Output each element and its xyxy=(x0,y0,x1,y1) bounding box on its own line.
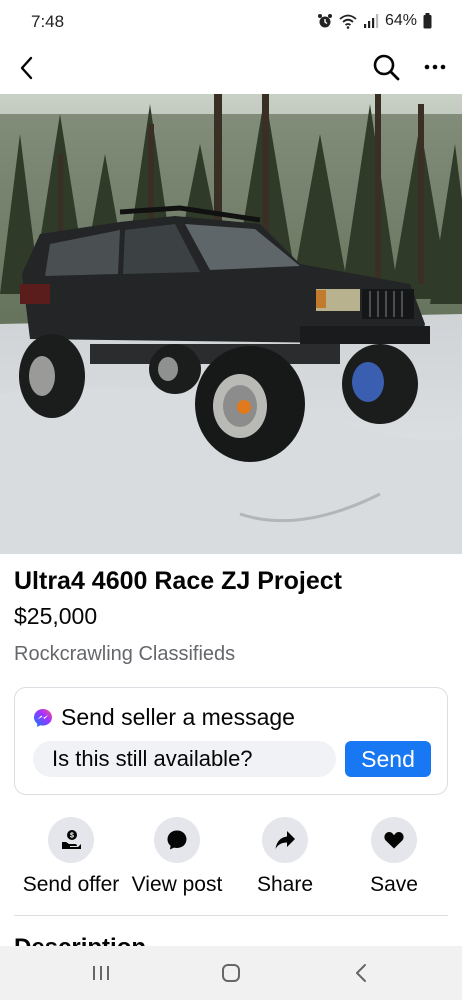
message-input[interactable]: Is this still available? xyxy=(33,741,336,777)
battery-percent: 64% xyxy=(384,12,417,29)
listing-price: $25,000 xyxy=(14,603,98,629)
save-label: Save xyxy=(370,873,418,896)
view-post-circle xyxy=(154,817,200,863)
wifi-icon xyxy=(339,14,357,29)
home-button[interactable] xyxy=(211,958,251,988)
share-circle xyxy=(262,817,308,863)
heart-icon xyxy=(384,832,404,849)
back-icon xyxy=(356,964,366,982)
save-circle xyxy=(371,817,417,863)
more-options-button[interactable] xyxy=(418,49,452,85)
view-post-label: View post xyxy=(131,873,223,896)
action-row: $ Send offer View post Share Save xyxy=(0,817,462,901)
status-bar: 7:48 64% xyxy=(0,0,462,44)
message-heading-text: Send seller a message xyxy=(61,704,295,730)
listing-photo[interactable] xyxy=(0,94,462,554)
status-icons: 64% xyxy=(317,12,432,30)
back-arrow-icon xyxy=(20,56,33,80)
system-back-button[interactable] xyxy=(341,958,381,988)
send-offer-button[interactable]: $ Send offer xyxy=(16,817,126,897)
messenger-icon xyxy=(34,708,52,727)
top-bar xyxy=(0,44,462,94)
chat-bubble-icon xyxy=(167,830,187,850)
share-arrow-icon xyxy=(275,831,295,849)
share-label: Share xyxy=(256,873,314,896)
more-icon xyxy=(424,64,446,70)
alarm-icon xyxy=(317,14,332,28)
offer-icon: $ xyxy=(62,830,81,849)
jeep-photo-image xyxy=(0,94,462,554)
view-post-button[interactable]: View post xyxy=(126,817,228,897)
divider xyxy=(14,915,448,916)
listing-group-link[interactable]: Rockcrawling Classifieds xyxy=(14,643,235,666)
system-nav-bar xyxy=(0,946,462,1000)
search-icon xyxy=(373,54,400,81)
share-button[interactable]: Share xyxy=(245,817,325,897)
send-offer-circle: $ xyxy=(48,817,94,863)
status-time: 7:48 xyxy=(31,12,65,31)
listing-title: Ultra4 4600 Race ZJ Project xyxy=(14,567,342,595)
battery-icon xyxy=(423,13,432,29)
search-button[interactable] xyxy=(370,49,402,85)
send-offer-label: Send offer xyxy=(22,873,120,896)
signal-icon xyxy=(363,14,379,28)
home-icon xyxy=(222,964,240,982)
recent-apps-button[interactable] xyxy=(81,958,121,988)
send-message-card: Send seller a message Is this still avai… xyxy=(14,687,448,795)
back-button[interactable] xyxy=(12,50,42,86)
message-heading: Send seller a message xyxy=(33,704,295,731)
save-button[interactable]: Save xyxy=(354,817,434,897)
recent-apps-icon xyxy=(93,966,109,980)
send-button[interactable]: Send xyxy=(345,741,431,777)
description-heading: Description xyxy=(14,933,146,947)
svg-text:$: $ xyxy=(70,833,74,840)
